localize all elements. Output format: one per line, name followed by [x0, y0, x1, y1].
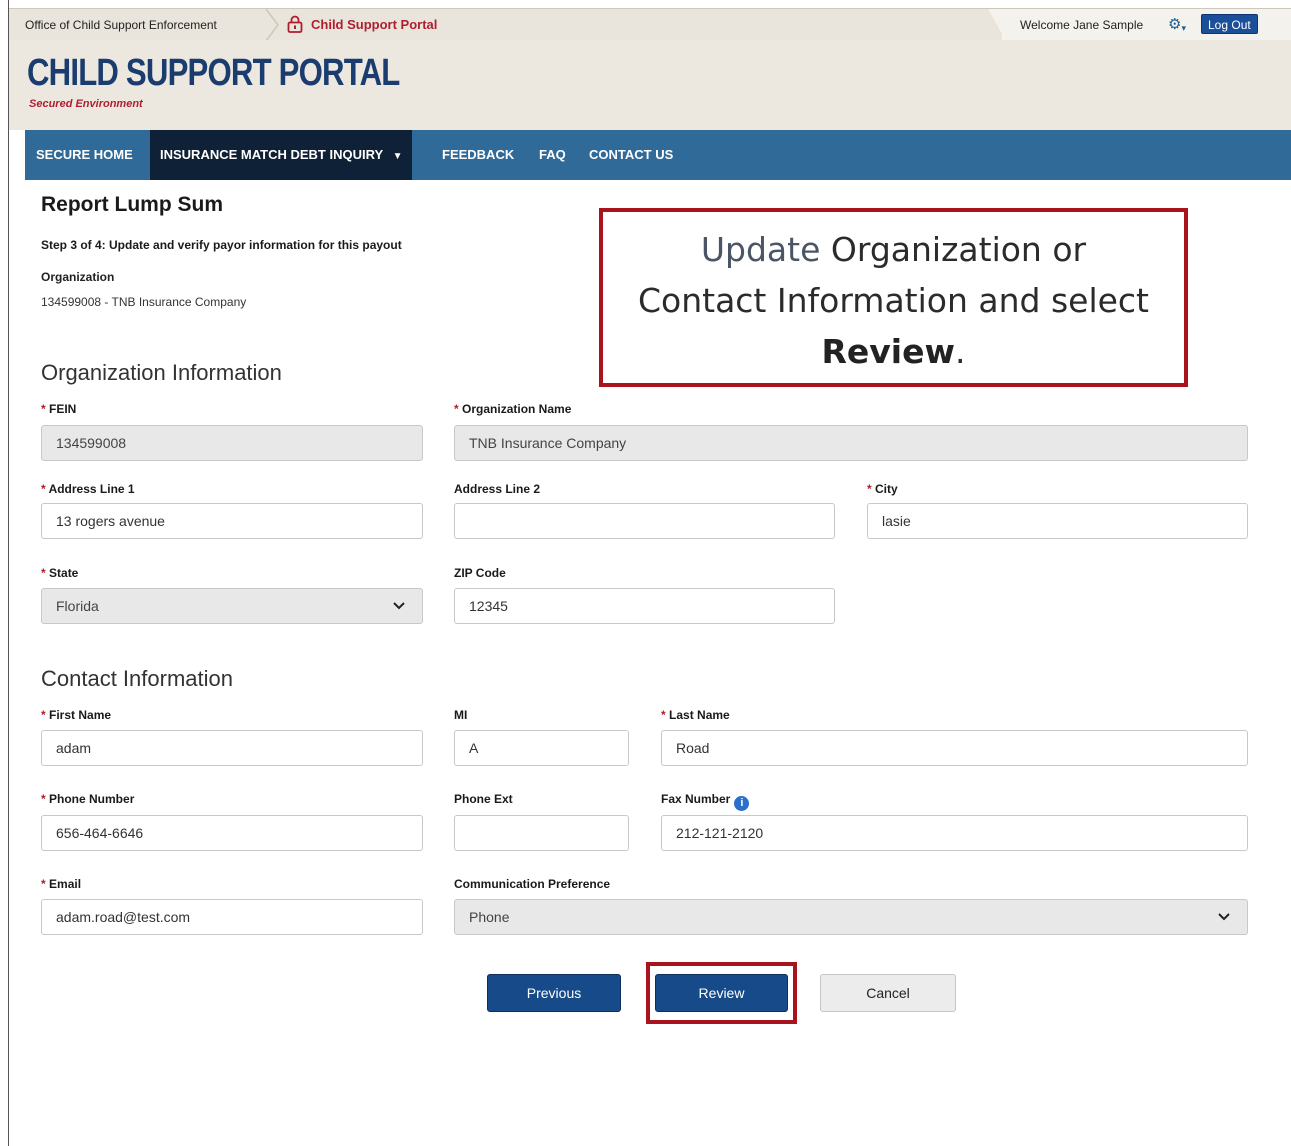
first-name-input[interactable]: adam — [41, 730, 423, 766]
zip-label: ZIP Code — [454, 566, 506, 580]
gear-icon[interactable]: ⚙▾ — [1168, 15, 1186, 34]
address-line-1-label-text: Address Line 1 — [48, 482, 135, 496]
chevron-down-icon: ▼ — [392, 151, 403, 162]
fax-label-text: Fax Number — [661, 792, 731, 806]
nav-contact-us[interactable]: CONTACT US — [589, 130, 673, 180]
nav-secure-home[interactable]: SECURE HOME — [36, 130, 133, 180]
callout-line-1: Update Organization or — [603, 224, 1184, 275]
callout-line-3: Review. — [603, 326, 1184, 377]
address-line-2-input[interactable] — [454, 503, 835, 539]
org-name-label-text: Organization Name — [462, 402, 572, 416]
chevron-down-icon — [393, 602, 405, 610]
callout-line-2: Contact Information and select — [637, 281, 1150, 320]
phone-ext-label: Phone Ext — [454, 792, 513, 806]
city-label: * City — [867, 482, 898, 496]
last-name-label-text: Last Name — [669, 708, 730, 722]
address-line-1-label: * Address Line 1 — [41, 482, 135, 496]
portal-link-label: Child Support Portal — [311, 16, 438, 32]
callout-line-1-rest: Organization or — [820, 230, 1087, 269]
state-label: * State — [41, 566, 79, 580]
city-label-text: City — [875, 482, 898, 496]
top-bar: Office of Child Support Enforcement Chil… — [9, 8, 1291, 41]
first-name-label-text: First Name — [49, 708, 112, 722]
portal-logo-title: CHILD SUPPORT PORTAL — [27, 52, 400, 94]
nav-faq[interactable]: FAQ — [539, 130, 566, 180]
fax-input[interactable]: 212-121-2120 — [661, 815, 1248, 851]
organization-label: Organization — [41, 270, 115, 284]
logout-button[interactable]: Log Out — [1201, 14, 1258, 34]
fax-label: Fax Number i — [661, 792, 750, 811]
page-title: Report Lump Sum — [41, 193, 223, 216]
email-label: * Email — [41, 877, 82, 891]
breadcrumb-separator — [265, 9, 279, 41]
last-name-input[interactable]: Road — [661, 730, 1248, 766]
mi-input[interactable]: A — [454, 730, 629, 766]
last-name-label: * Last Name — [661, 708, 730, 722]
contact-info-heading: Contact Information — [41, 666, 233, 691]
address-line-2-label: Address Line 2 — [454, 482, 541, 496]
comm-pref-label: Communication Preference — [454, 877, 611, 891]
org-name-label: * Organization Name — [454, 402, 572, 416]
welcome-text: Welcome Jane Sample — [1020, 18, 1144, 32]
comm-pref-select-value: Phone — [469, 909, 510, 925]
address-line-1-input[interactable]: 13 rogers avenue — [41, 503, 423, 539]
state-select-value: Florida — [56, 598, 99, 614]
city-input[interactable]: lasie — [867, 503, 1248, 539]
review-button[interactable]: Review — [655, 974, 788, 1012]
email-input[interactable]: adam.road@test.com — [41, 899, 423, 935]
callout-review-word: Review — [821, 332, 955, 371]
state-label-text: State — [49, 566, 79, 580]
phone-label: * Phone Number — [41, 792, 135, 806]
nav-insurance-match[interactable]: INSURANCE MATCH DEBT INQUIRY ▼ — [150, 130, 413, 180]
phone-input[interactable]: 656-464-6646 — [41, 815, 423, 851]
org-info-heading: Organization Information — [41, 360, 282, 385]
info-icon[interactable]: i — [734, 796, 750, 811]
phone-label-text: Phone Number — [49, 792, 135, 806]
previous-button[interactable]: Previous — [487, 974, 621, 1012]
organization-value: 134599008 - TNB Insurance Company — [41, 295, 247, 309]
zip-input[interactable]: 12345 — [454, 588, 835, 624]
fein-label-text: FEIN — [49, 402, 77, 416]
org-name-field: TNB Insurance Company — [454, 425, 1248, 461]
callout-highlight: Update — [700, 230, 821, 269]
lock-icon — [287, 15, 303, 33]
fein-label: * FEIN — [41, 402, 77, 416]
main-nav: SECURE HOME INSURANCE MATCH DEBT INQUIRY… — [25, 130, 1291, 180]
email-label-text: Email — [49, 877, 82, 891]
instruction-callout: Update Organization or Contact Informati… — [599, 208, 1188, 387]
portal-logo-subtitle: Secured Environment — [29, 98, 143, 110]
nav-insurance-match-label: INSURANCE MATCH DEBT INQUIRY — [160, 147, 383, 162]
cancel-button[interactable]: Cancel — [820, 974, 956, 1012]
browser-frame: Office of Child Support Enforcement Chil… — [8, 0, 1291, 1146]
chevron-down-icon — [1218, 913, 1230, 921]
portal-link[interactable]: Child Support Portal — [287, 15, 437, 33]
first-name-label: * First Name — [41, 708, 112, 722]
nav-feedback[interactable]: FEEDBACK — [442, 130, 514, 180]
callout-line-3-end: . — [954, 332, 966, 371]
step-indicator: Step 3 of 4: Update and verify payor inf… — [41, 238, 402, 252]
fein-field: 134599008 — [41, 425, 423, 461]
comm-pref-select[interactable]: Phone — [454, 899, 1248, 935]
user-area: Welcome Jane Sample ⚙▾ Log Out — [1002, 9, 1291, 41]
mi-label: MI — [454, 708, 468, 722]
state-select[interactable]: Florida — [41, 588, 423, 624]
agency-link[interactable]: Office of Child Support Enforcement — [25, 18, 217, 32]
header-banner: CHILD SUPPORT PORTAL Secured Environment — [9, 40, 1291, 130]
phone-ext-input[interactable] — [454, 815, 629, 851]
